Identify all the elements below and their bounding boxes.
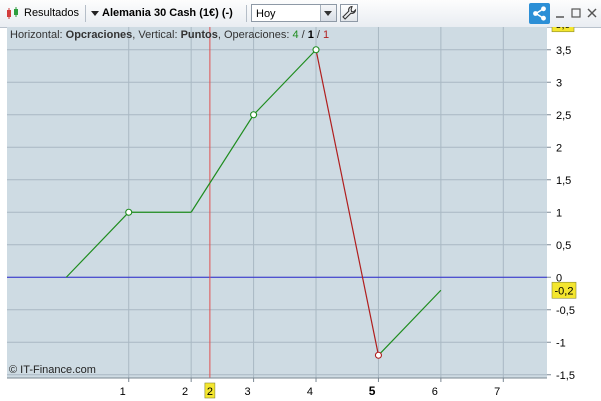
period-dropdown-button[interactable] bbox=[320, 5, 336, 21]
trades-label: , Operaciones: bbox=[218, 29, 293, 41]
trade-point bbox=[374, 351, 382, 359]
trade-point bbox=[250, 111, 258, 119]
copyright: © IT-Finance.com bbox=[9, 364, 96, 376]
candlestick-icon bbox=[7, 7, 18, 19]
vertical-label: , Vertical: bbox=[132, 29, 180, 41]
chevron-down-icon bbox=[324, 11, 332, 16]
toolbar-divider bbox=[246, 5, 247, 22]
dropdown-arrow-icon bbox=[91, 11, 99, 16]
y-tick-label: 1 bbox=[556, 207, 562, 219]
share-icon bbox=[533, 6, 546, 21]
y-tick-label: 0,5 bbox=[556, 240, 571, 252]
toolbar: Resultados Alemania 30 Cash (1€) (-) Hoy bbox=[0, 0, 601, 28]
y-tick-label: -1 bbox=[556, 337, 566, 349]
horizontal-label: Horizontal: bbox=[10, 29, 66, 41]
window-controls bbox=[554, 6, 599, 20]
y-tick-label: 3,5 bbox=[556, 45, 571, 57]
y-tick-label: 3 bbox=[556, 77, 562, 89]
chart-header: Horizontal: Opcraciones, Vertical: Punto… bbox=[10, 29, 329, 41]
x-tick-label: 4 bbox=[307, 386, 313, 398]
value-marker-label: -0,2 bbox=[555, 285, 574, 297]
x-tick-label: 5 bbox=[369, 384, 376, 398]
share-button[interactable] bbox=[529, 3, 550, 24]
maximize-icon[interactable] bbox=[570, 6, 582, 20]
equity-chart: 1234567 3,532,521,510,50-0,5-1-1,5 23,9-… bbox=[7, 27, 577, 401]
x-tick-label: 6 bbox=[432, 386, 438, 398]
y-tick-label: -1,5 bbox=[556, 370, 575, 382]
plot-area bbox=[7, 27, 547, 378]
toolbar-divider bbox=[85, 5, 86, 22]
x-tick-label: 1 bbox=[120, 386, 126, 398]
minimize-icon[interactable] bbox=[554, 6, 566, 20]
y-tick-label: 2 bbox=[556, 142, 562, 154]
instrument-label: Alemania 30 Cash (1€) (-) bbox=[102, 7, 233, 19]
trades-sep: / bbox=[314, 29, 323, 41]
period-value: Hoy bbox=[256, 8, 276, 20]
trade-point bbox=[125, 208, 133, 216]
trades-sep: / bbox=[299, 29, 308, 41]
y-tick-label: 2,5 bbox=[556, 110, 571, 122]
trades-lost: 1 bbox=[323, 29, 329, 41]
y-tick-label: -0,5 bbox=[556, 305, 575, 317]
x-tick-label: 7 bbox=[494, 386, 500, 398]
results-button[interactable]: Resultados bbox=[3, 3, 83, 23]
instrument-selector[interactable]: Alemania 30 Cash (1€) (-) bbox=[89, 3, 244, 23]
wrench-icon bbox=[342, 5, 357, 20]
x-tick-label: 3 bbox=[244, 386, 250, 398]
trade-point bbox=[312, 46, 320, 54]
vertical-value: Puntos bbox=[181, 29, 218, 41]
period-select[interactable]: Hoy bbox=[251, 4, 337, 22]
cursor-y-label: 3,9 bbox=[555, 27, 570, 31]
y-tick-label: 1,5 bbox=[556, 175, 571, 187]
x-axis-band bbox=[7, 378, 547, 401]
horizontal-value: Opcraciones bbox=[66, 29, 133, 41]
x-tick-label: 2 bbox=[182, 386, 188, 398]
settings-button[interactable] bbox=[340, 4, 358, 22]
results-label: Resultados bbox=[24, 7, 80, 19]
cursor-x-label: 2 bbox=[207, 386, 213, 398]
y-axis-ticks: 3,532,521,510,50-0,5-1-1,5 bbox=[547, 45, 575, 382]
close-icon[interactable] bbox=[586, 6, 598, 20]
